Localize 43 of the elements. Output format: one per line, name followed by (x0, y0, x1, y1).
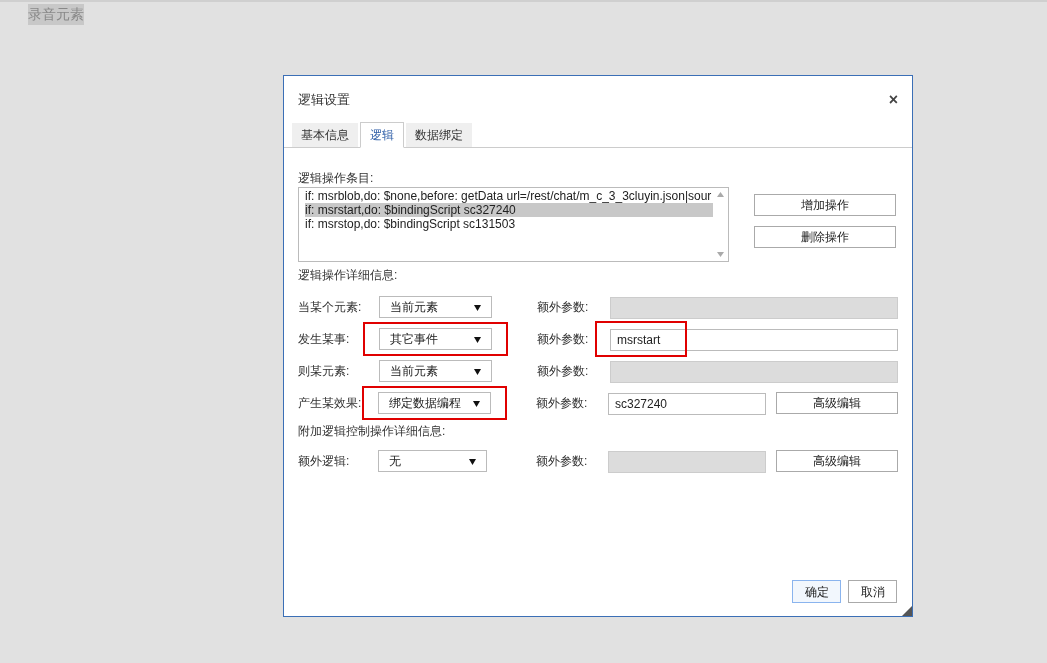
field-label: 当某个元素: (298, 299, 363, 316)
field-label: 额外参数: (535, 453, 589, 470)
field-label: 则某元素: (298, 363, 351, 380)
dropdown[interactable]: 无 (377, 450, 487, 472)
field-label: 额外参数: (537, 299, 590, 316)
confirm-button[interactable]: 确定 (792, 580, 841, 603)
field-label: 发生某事: (298, 331, 351, 348)
close-button[interactable]: × (888, 92, 898, 108)
list-item[interactable]: if: msrblob,do: $none,before: getData url=/rest/chat/m_c_3_3cluyin.json|sour (305, 189, 713, 203)
field-label: 额外参数: (537, 331, 590, 348)
advanced-edit-button[interactable]: 高级编辑 (776, 392, 898, 414)
advanced-edit-button[interactable]: 高级编辑 (776, 450, 898, 472)
tab[interactable]: 基本信息 (292, 123, 358, 147)
list-action-button[interactable]: 删除操作 (754, 226, 896, 248)
list-action-button[interactable]: 增加操作 (754, 194, 896, 216)
tab[interactable]: 数据绑定 (406, 123, 472, 147)
scroll-up-icon (717, 192, 724, 197)
dropdown[interactable]: 当前元素 (379, 296, 492, 318)
field-label: 产生某效果: (298, 395, 363, 412)
tab[interactable]: 逻辑 (360, 122, 404, 148)
cancel-button[interactable]: 取消 (848, 580, 897, 603)
dropdown[interactable]: 其它事件 (379, 328, 492, 350)
dropdown-arrow-icon (472, 399, 480, 407)
dropdown-arrow-icon (468, 457, 476, 465)
list-item[interactable]: if: msrstart,do: $bindingScript sc327240 (305, 203, 713, 217)
section-label: 逻辑操作条目: (298, 170, 375, 186)
dropdown-arrow-icon (474, 367, 481, 375)
input-field[interactable]: sc327240 (608, 393, 766, 415)
section-label: 逻辑操作详细信息: (298, 267, 399, 283)
resize-grip-icon[interactable] (902, 606, 912, 616)
scroll-down-icon (717, 252, 724, 257)
dialog-title: 逻辑设置 (298, 91, 350, 110)
section-label: 附加逻辑控制操作详细信息: (298, 423, 447, 439)
page-title: 录音元素 (28, 4, 84, 25)
field-label: 额外参数: (535, 395, 589, 412)
field-label: 额外参数: (537, 363, 590, 380)
field-label: 额外逻辑: (298, 453, 351, 470)
dropdown-arrow-icon (474, 303, 481, 311)
dropdown-arrow-icon (474, 335, 481, 343)
list-item[interactable]: if: msrstop,do: $bindingScript sc131503 (305, 217, 713, 231)
input-field[interactable]: msrstart (610, 329, 898, 351)
dropdown[interactable]: 当前元素 (379, 360, 492, 382)
dropdown[interactable]: 绑定数据编程 (377, 392, 491, 414)
